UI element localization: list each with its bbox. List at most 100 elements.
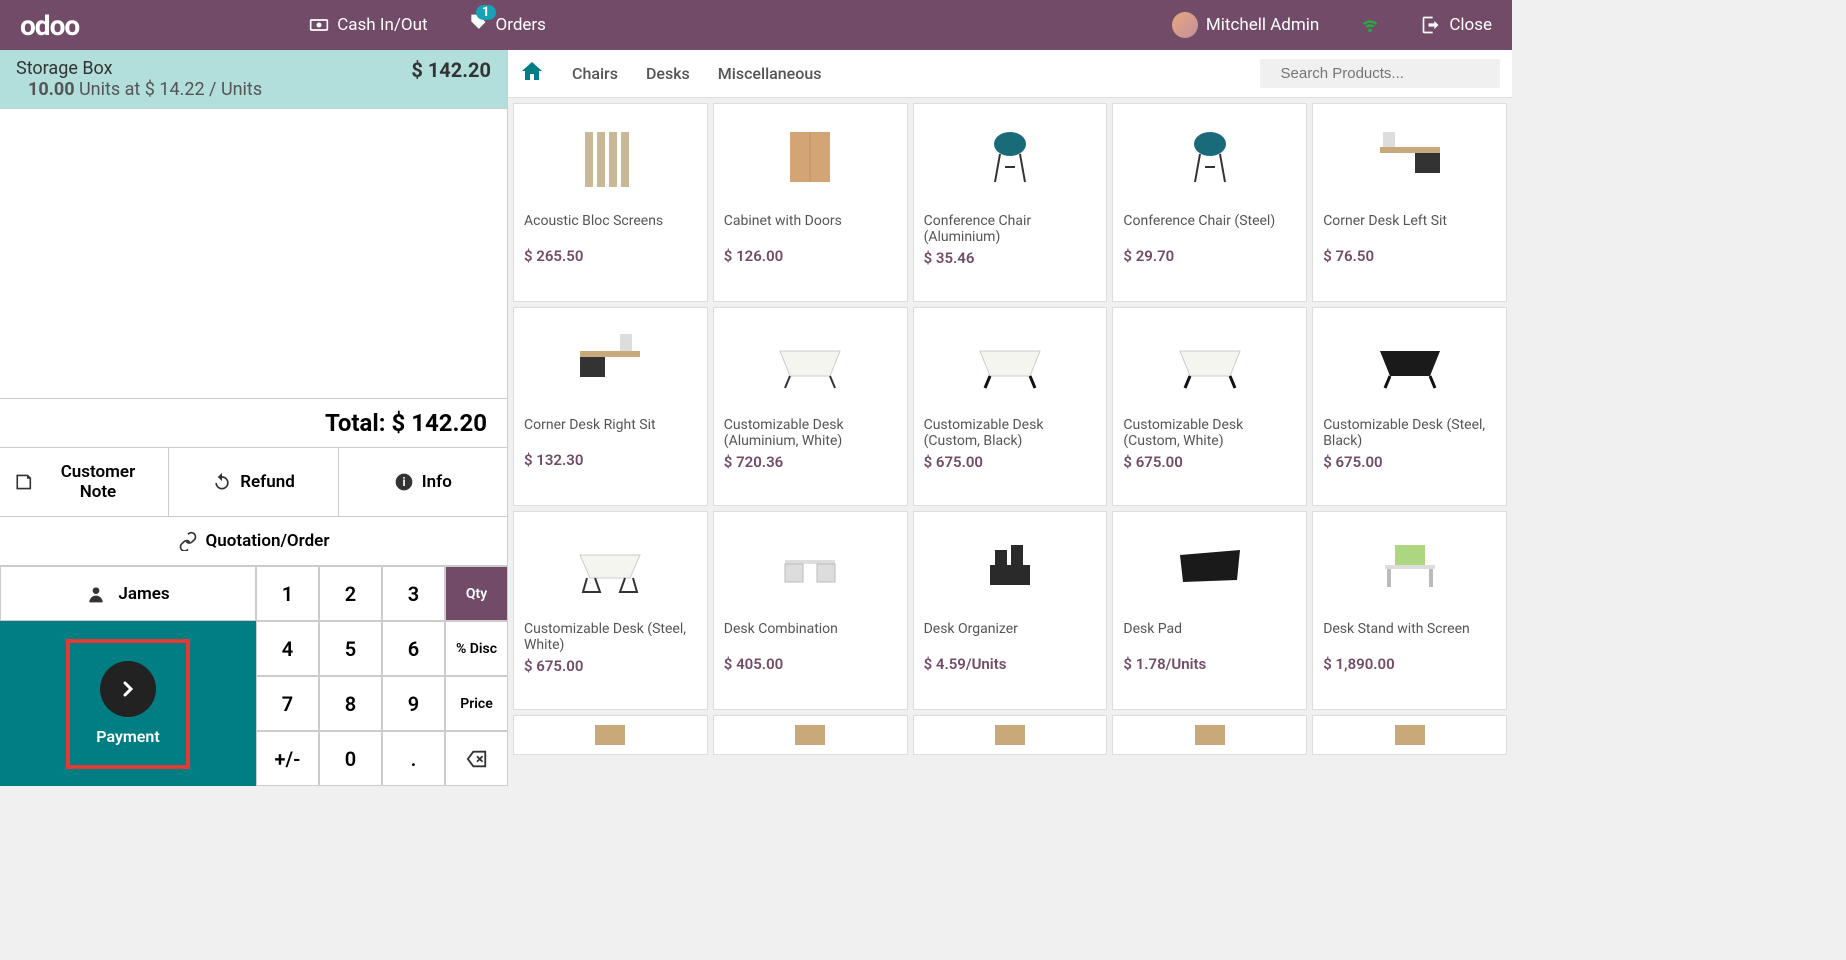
search-icon — [1272, 66, 1273, 82]
product-card[interactable]: Corner Desk Left Sit $ 76.50 — [1312, 103, 1507, 302]
product-card[interactable]: Desk Stand with Screen $ 1,890.00 — [1312, 511, 1507, 710]
product-card[interactable]: Desk Organizer $ 4.59/Units — [913, 511, 1108, 710]
product-image — [714, 716, 907, 754]
numpad-backspace[interactable] — [445, 731, 508, 786]
search-box[interactable] — [1260, 59, 1500, 88]
orderline-product-name: Storage Box — [16, 58, 262, 79]
numpad-6[interactable]: 6 — [382, 621, 445, 676]
orders-badge: 1 — [476, 5, 495, 20]
product-image — [914, 716, 1107, 754]
product-name: Corner Desk Left Sit — [1313, 209, 1506, 245]
product-image — [1313, 308, 1506, 413]
customer-button[interactable]: James — [0, 566, 256, 621]
product-price: $ 675.00 — [1113, 451, 1306, 479]
product-price: $ 675.00 — [514, 655, 707, 683]
category-desks[interactable]: Desks — [646, 64, 690, 83]
mode-price-button[interactable]: Price — [445, 676, 508, 731]
numpad-2[interactable]: 2 — [319, 566, 382, 621]
product-name: Customizable Desk (Steel, Black) — [1313, 413, 1506, 451]
numpad-8[interactable]: 8 — [319, 676, 382, 731]
product-card[interactable]: Acoustic Bloc Screens $ 265.50 — [513, 103, 708, 302]
product-image — [714, 308, 907, 413]
product-image — [1113, 308, 1306, 413]
mode-qty-button[interactable]: Qty — [445, 566, 508, 621]
product-card[interactable]: Customizable Desk (Steel, Black) $ 675.0… — [1312, 307, 1507, 506]
user-menu[interactable]: Mitchell Admin — [1152, 0, 1339, 50]
numpad-1[interactable]: 1 — [256, 566, 319, 621]
product-price: $ 265.50 — [514, 245, 707, 273]
orderline-price: $ 142.20 — [411, 58, 491, 82]
product-image — [514, 716, 707, 754]
category-misc[interactable]: Miscellaneous — [718, 64, 822, 83]
product-card[interactable]: Customizable Desk (Custom, Black) $ 675.… — [913, 307, 1108, 506]
undo-icon — [212, 472, 232, 492]
numpad-0[interactable]: 0 — [319, 731, 382, 786]
highlight-box — [66, 639, 190, 769]
product-card[interactable] — [513, 715, 708, 755]
product-card[interactable]: Cabinet with Doors $ 126.00 — [713, 103, 908, 302]
numpad-7[interactable]: 7 — [256, 676, 319, 731]
close-button[interactable]: Close — [1401, 0, 1512, 50]
search-input[interactable] — [1281, 65, 1480, 82]
product-image — [914, 308, 1107, 413]
product-card[interactable]: Conference Chair (Steel) $ 29.70 — [1112, 103, 1307, 302]
customer-note-button[interactable]: Customer Note — [0, 448, 169, 516]
product-name: Customizable Desk (Custom, Black) — [914, 413, 1107, 451]
home-icon[interactable] — [520, 59, 544, 89]
product-image — [914, 512, 1107, 617]
product-name: Conference Chair (Aluminium) — [914, 209, 1107, 247]
product-name: Customizable Desk (Aluminium, White) — [714, 413, 907, 451]
category-chairs[interactable]: Chairs — [572, 64, 618, 83]
product-card[interactable] — [1112, 715, 1307, 755]
product-name: Desk Organizer — [914, 617, 1107, 653]
cash-icon — [309, 15, 329, 35]
product-price: $ 675.00 — [1313, 451, 1506, 479]
product-image — [1113, 512, 1306, 617]
product-card[interactable]: Customizable Desk (Aluminium, White) $ 7… — [713, 307, 908, 506]
numpad-9[interactable]: 9 — [382, 676, 445, 731]
refund-button[interactable]: Refund — [169, 448, 338, 516]
product-name: Conference Chair (Steel) — [1113, 209, 1306, 245]
quotation-order-button[interactable]: Quotation/Order — [0, 517, 507, 565]
product-card[interactable]: Conference Chair (Aluminium) $ 35.46 — [913, 103, 1108, 302]
order-total: Total: $ 142.20 — [0, 398, 507, 448]
numpad-3[interactable]: 3 — [382, 566, 445, 621]
product-card[interactable] — [713, 715, 908, 755]
cash-in-out-button[interactable]: Cash In/Out — [289, 0, 447, 50]
mode-disc-button[interactable]: % Disc — [445, 621, 508, 676]
wifi-status-icon — [1339, 0, 1401, 50]
product-price: $ 76.50 — [1313, 245, 1506, 273]
product-card[interactable]: Customizable Desk (Custom, White) $ 675.… — [1112, 307, 1307, 506]
product-price: $ 1,890.00 — [1313, 653, 1506, 681]
product-name: Desk Combination — [714, 617, 907, 653]
product-price: $ 675.00 — [914, 451, 1107, 479]
product-name: Desk Pad — [1113, 617, 1306, 653]
product-card[interactable] — [1312, 715, 1507, 755]
product-image — [714, 512, 907, 617]
orders-button[interactable]: 1 Orders — [448, 0, 566, 50]
product-image — [514, 308, 707, 413]
numpad-4[interactable]: 4 — [256, 621, 319, 676]
avatar — [1172, 12, 1198, 38]
product-card[interactable]: Desk Combination $ 405.00 — [713, 511, 908, 710]
order-line[interactable]: Storage Box 10.00 Units at $ 14.22 / Uni… — [0, 50, 507, 109]
payment-button[interactable]: Payment — [0, 621, 256, 786]
product-card[interactable] — [913, 715, 1108, 755]
product-price: $ 720.36 — [714, 451, 907, 479]
product-image — [1313, 512, 1506, 617]
info-button[interactable]: i Info — [339, 448, 507, 516]
numpad-5[interactable]: 5 — [319, 621, 382, 676]
product-name: Corner Desk Right Sit — [514, 413, 707, 449]
product-name: Customizable Desk (Steel, White) — [514, 617, 707, 655]
product-card[interactable]: Desk Pad $ 1.78/Units — [1112, 511, 1307, 710]
product-name: Desk Stand with Screen — [1313, 617, 1506, 653]
numpad-plusminus[interactable]: +/- — [256, 731, 319, 786]
link-icon — [178, 531, 198, 551]
product-price: $ 29.70 — [1113, 245, 1306, 273]
product-image — [514, 512, 707, 617]
product-card[interactable]: Corner Desk Right Sit $ 132.30 — [513, 307, 708, 506]
numpad-dot[interactable]: . — [382, 731, 445, 786]
product-card[interactable]: Customizable Desk (Steel, White) $ 675.0… — [513, 511, 708, 710]
product-price: $ 405.00 — [714, 653, 907, 681]
logo[interactable]: odoo — [0, 9, 99, 42]
